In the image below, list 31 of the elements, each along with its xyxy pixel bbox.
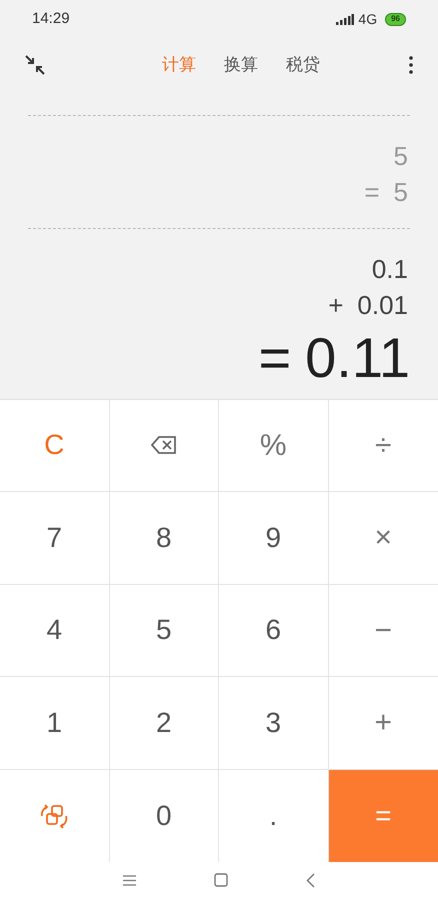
history-expression: 5 <box>394 176 408 208</box>
digit-key[interactable]: 8 <box>110 492 219 584</box>
digit-key[interactable]: 6 <box>219 584 328 677</box>
expression: 0.1 <box>372 252 408 286</box>
menu-icon[interactable] <box>123 874 136 886</box>
status-time: 14:29 <box>32 8 70 29</box>
battery-icon: 96 <box>385 12 406 26</box>
history-expression: 5 <box>394 140 408 172</box>
operator-symbol: = <box>364 176 380 208</box>
home-icon[interactable] <box>214 873 228 887</box>
expression: 0.01 <box>357 288 408 322</box>
back-icon[interactable] <box>306 872 315 888</box>
digit-key[interactable]: 9 <box>219 492 328 584</box>
digit-key[interactable]: 1 <box>0 677 110 770</box>
backspace-icon <box>150 436 177 454</box>
digit-key[interactable]: 7 <box>0 492 110 584</box>
tab[interactable]: 税贷 <box>286 52 320 78</box>
digit-key[interactable]: 3 <box>219 677 328 770</box>
swap-squares-icon <box>39 802 70 830</box>
operator-symbol: + <box>328 288 344 322</box>
operator-key[interactable]: % <box>219 400 328 492</box>
digit-key[interactable]: 2 <box>110 677 219 770</box>
more-icon[interactable] <box>408 56 414 74</box>
operator-symbol: = <box>258 324 292 390</box>
network-label: 4G <box>358 10 378 28</box>
result-value: 0.11 <box>305 324 410 390</box>
digit-key[interactable]: 5 <box>110 584 219 677</box>
collapse-icon[interactable] <box>24 54 46 76</box>
tab[interactable]: 换算 <box>224 52 258 78</box>
signal-icon <box>336 14 354 24</box>
digit-key[interactable]: 4 <box>0 584 110 677</box>
